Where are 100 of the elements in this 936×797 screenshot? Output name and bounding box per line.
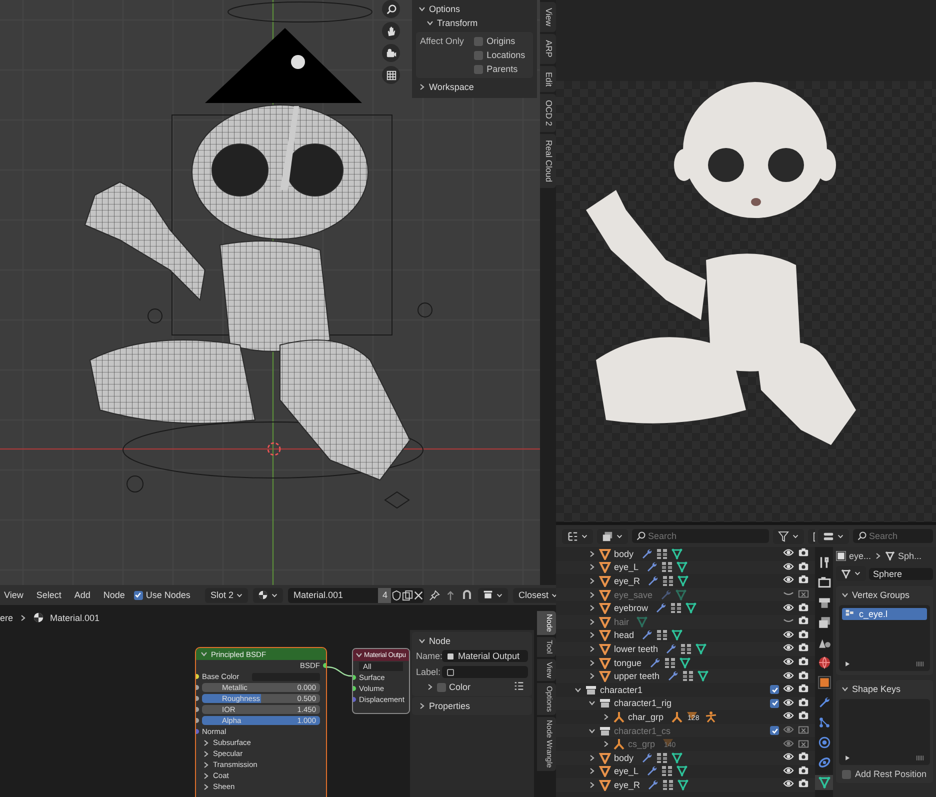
outliner-item-name[interactable]: body xyxy=(614,752,634,763)
checkbox[interactable] xyxy=(842,770,851,778)
camera-icon[interactable] xyxy=(798,710,809,722)
panel-title[interactable]: Options xyxy=(429,4,460,14)
outliner-item-name[interactable]: character1_rig xyxy=(614,698,672,708)
chevron-down-icon[interactable] xyxy=(588,699,596,708)
panel-title[interactable]: Transform xyxy=(437,18,478,28)
close-icon[interactable] xyxy=(413,590,424,600)
checkbox-label[interactable]: Locations xyxy=(486,50,526,60)
chevron-right-icon[interactable] xyxy=(588,644,596,653)
snap-mode-dropdown[interactable]: Closest xyxy=(513,588,556,602)
sidebar-tab[interactable]: Edit xyxy=(540,66,556,92)
camera-icon[interactable] xyxy=(798,628,809,640)
menu-item[interactable]: Node xyxy=(99,590,129,600)
outliner-item-name[interactable]: eye_R xyxy=(614,780,640,790)
eye-icon[interactable] xyxy=(783,547,794,558)
wrench-icon[interactable] xyxy=(818,696,830,709)
editor-type-dropdown[interactable] xyxy=(818,528,849,544)
breadcrumb-item[interactable]: Material.001 xyxy=(50,612,100,622)
chevron-right-icon[interactable] xyxy=(588,631,596,640)
pin-icon[interactable] xyxy=(429,590,440,600)
exclude-checkbox[interactable] xyxy=(770,726,779,736)
checkbox[interactable] xyxy=(134,590,143,600)
name-field[interactable]: Material Output xyxy=(442,650,528,662)
snap-target-dropdown[interactable] xyxy=(478,588,508,602)
camera-icon[interactable] xyxy=(798,642,809,654)
chevron-right-icon[interactable] xyxy=(588,604,596,612)
search-field[interactable]: Search xyxy=(853,529,933,543)
outliner-item-name[interactable]: body xyxy=(614,548,634,559)
exclude-checkbox[interactable] xyxy=(770,698,779,708)
mesh-data-icon[interactable] xyxy=(818,776,830,789)
camera-icon[interactable] xyxy=(798,778,809,790)
outliner-item-name[interactable]: head xyxy=(614,630,634,640)
orbit-icon[interactable] xyxy=(818,736,830,749)
chevron-right-icon[interactable] xyxy=(602,740,610,748)
eye-icon[interactable] xyxy=(783,710,794,722)
eye-icon[interactable] xyxy=(783,656,794,668)
eye-icon[interactable] xyxy=(783,560,794,572)
panel-title[interactable]: Shape Keys xyxy=(852,684,901,694)
vertex-group-item[interactable]: c_eye.l xyxy=(842,608,927,620)
camera-icon[interactable] xyxy=(798,560,809,572)
sidebar-tab[interactable]: View xyxy=(540,2,556,32)
chevron-down-icon[interactable] xyxy=(418,637,426,645)
display-mode-dropdown[interactable] xyxy=(562,528,593,544)
view-layer-dropdown[interactable] xyxy=(597,528,628,544)
resize-grip-icon[interactable] xyxy=(915,754,925,762)
chevron-right-icon[interactable] xyxy=(588,754,596,762)
chevron-down-icon[interactable] xyxy=(841,591,849,599)
checkbox-label[interactable]: Color xyxy=(449,682,471,692)
search-field[interactable]: Search xyxy=(632,529,769,543)
chevron-right-icon[interactable] xyxy=(588,767,596,776)
breadcrumb-item[interactable]: eye... xyxy=(849,551,872,561)
eye-icon[interactable] xyxy=(783,696,794,708)
square-object-icon[interactable] xyxy=(818,676,830,689)
camera-icon[interactable] xyxy=(798,574,809,586)
outliner-item-name[interactable]: upper teeth xyxy=(614,671,660,682)
chevron-right-icon[interactable] xyxy=(588,780,596,789)
checkbox-label[interactable]: Parents xyxy=(486,64,518,74)
magnet-icon[interactable] xyxy=(461,589,474,601)
camera-icon[interactable] xyxy=(798,547,809,558)
chevron-right-icon[interactable] xyxy=(588,576,596,585)
eye-icon[interactable] xyxy=(783,683,794,694)
resize-grip-icon[interactable] xyxy=(915,660,925,668)
image-stack-icon[interactable] xyxy=(818,616,830,629)
outliner-item-name[interactable]: eye_L xyxy=(614,766,639,776)
outliner-item-name[interactable]: tongue xyxy=(614,658,642,668)
slot-dropdown[interactable]: Slot 2 xyxy=(205,588,248,602)
sidebar-tab[interactable]: Real Cloud xyxy=(540,134,556,188)
camera-back-icon[interactable] xyxy=(818,576,830,589)
checkbox-label[interactable]: Origins xyxy=(486,36,516,46)
eye-icon[interactable] xyxy=(783,574,794,586)
camera-icon[interactable] xyxy=(798,764,809,776)
eye-icon[interactable] xyxy=(783,628,794,640)
parent-arrow-icon[interactable] xyxy=(445,590,456,600)
chevron-right-icon[interactable] xyxy=(874,552,882,560)
checkbox-label[interactable]: Add Rest Position xyxy=(855,769,927,779)
sidebar-tab[interactable]: OCD 2 xyxy=(540,94,556,132)
eye-icon[interactable] xyxy=(783,642,794,654)
chevron-right-icon[interactable] xyxy=(602,712,610,721)
chevron-right-icon[interactable] xyxy=(418,83,426,91)
filter-dropdown[interactable] xyxy=(773,528,804,544)
hand-icon[interactable] xyxy=(386,26,396,36)
checkbox[interactable] xyxy=(474,36,483,46)
breadcrumb-item[interactable]: Sph... xyxy=(898,551,922,561)
panel-title[interactable]: Vertex Groups xyxy=(852,590,910,600)
chevron-right-icon[interactable] xyxy=(588,658,596,667)
camera-icon[interactable] xyxy=(798,656,809,668)
menu-item[interactable]: Select xyxy=(32,590,66,600)
camera-icon[interactable] xyxy=(798,751,809,762)
particles-icon[interactable] xyxy=(818,716,830,729)
chevron-right-icon[interactable] xyxy=(418,702,426,710)
printer-icon[interactable] xyxy=(818,596,830,609)
checkbox[interactable] xyxy=(474,64,483,74)
eye-icon[interactable] xyxy=(783,751,794,762)
camera-icon[interactable] xyxy=(386,48,396,58)
menu-item[interactable]: Add xyxy=(70,590,94,600)
chevron-down-icon[interactable] xyxy=(355,651,363,659)
chevron-right-icon[interactable] xyxy=(588,563,596,572)
chevron-right-icon[interactable] xyxy=(19,614,28,622)
breadcrumb-item[interactable]: ere xyxy=(0,612,14,622)
